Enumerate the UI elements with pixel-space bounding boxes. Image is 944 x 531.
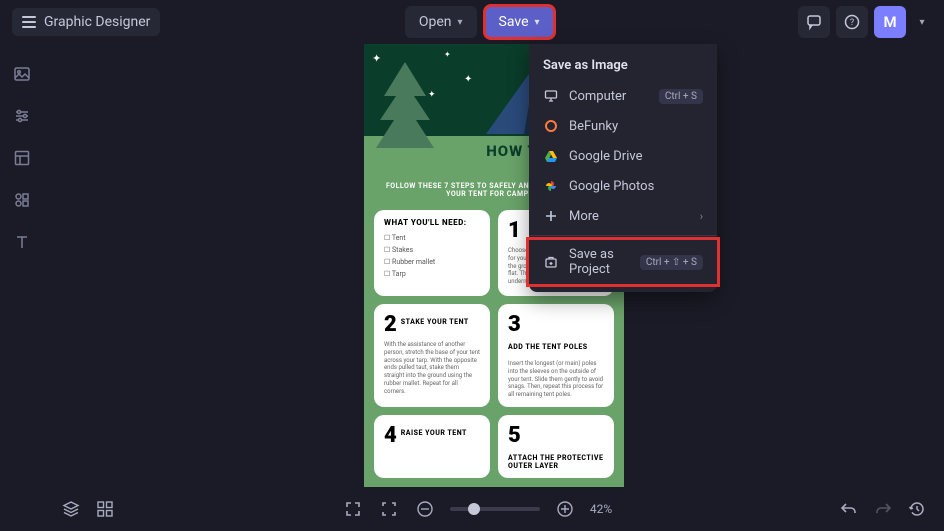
actual-icon [380, 500, 398, 518]
adjustments-button[interactable] [10, 104, 34, 128]
shapes-icon [13, 191, 31, 209]
zoom-slider[interactable] [450, 507, 540, 511]
image-manager-button[interactable] [10, 62, 34, 86]
zoom-out-button[interactable] [414, 498, 436, 520]
step-card: 2STAKE YOUR TENT With the assistance of … [374, 304, 490, 407]
befunky-icon [543, 118, 559, 134]
minus-circle-icon [416, 500, 434, 518]
shortcut-badge: Ctrl + ⇧ + S [640, 255, 703, 270]
save-gphotos-item[interactable]: Google Photos [529, 171, 717, 201]
gdrive-icon [543, 148, 559, 164]
help-button[interactable]: ? [836, 6, 868, 38]
app-menu-button[interactable]: Graphic Designer [12, 8, 160, 36]
account-menu-button[interactable]: ▾ [912, 6, 932, 38]
help-icon: ? [844, 14, 860, 30]
shortcut-badge: Ctrl + S [659, 89, 703, 104]
grid-icon [96, 500, 114, 518]
redo-button[interactable] [872, 498, 894, 520]
templates-button[interactable] [10, 146, 34, 170]
text-icon [13, 233, 31, 251]
step-card: 5ATTACH THE PROTECTIVE OUTER LAYER [498, 415, 614, 478]
dropdown-header: Save as Image [529, 52, 717, 81]
step-card: 3ADD THE TENT POLES Insert the longest (… [498, 304, 614, 407]
divider [529, 235, 717, 236]
fit-screen-button[interactable] [342, 498, 364, 520]
elements-button[interactable] [10, 188, 34, 212]
history-icon [908, 500, 926, 518]
layout-icon [13, 149, 31, 167]
svg-text:?: ? [850, 18, 854, 28]
save-computer-item[interactable]: Computer Ctrl + S [529, 81, 717, 111]
layers-button[interactable] [60, 498, 82, 520]
plus-circle-icon [556, 500, 574, 518]
chevron-down-icon: ▾ [458, 17, 463, 28]
chevron-right-icon: › [700, 210, 703, 223]
needs-card: WHAT YOU'LL NEED: Tent Stakes Rubber mal… [374, 210, 490, 296]
gphotos-icon [543, 178, 559, 194]
save-project-item[interactable]: Save as Project Ctrl + ⇧ + S [529, 240, 717, 284]
save-dropdown: Save as Image Computer Ctrl + S BeFunky … [529, 44, 717, 292]
save-befunky-item[interactable]: BeFunky [529, 111, 717, 141]
needs-list: Tent Stakes Rubber mallet Tarp [384, 233, 480, 281]
zoom-in-button[interactable] [554, 498, 576, 520]
sliders-icon [13, 107, 31, 125]
save-gdrive-item[interactable]: Google Drive [529, 141, 717, 171]
undo-button[interactable] [838, 498, 860, 520]
computer-icon [543, 88, 559, 104]
feedback-button[interactable] [798, 6, 830, 38]
redo-icon [874, 500, 892, 518]
speech-bubble-icon [806, 14, 822, 30]
history-button[interactable] [906, 498, 928, 520]
tree-icon [376, 62, 434, 148]
layers-icon [62, 500, 80, 518]
text-button[interactable] [10, 230, 34, 254]
chevron-down-icon: ▾ [535, 17, 540, 28]
actual-size-button[interactable] [378, 498, 400, 520]
pages-button[interactable] [94, 498, 116, 520]
hamburger-icon [22, 16, 36, 28]
plus-icon [543, 208, 559, 224]
fit-icon [344, 500, 362, 518]
chevron-down-icon: ▾ [919, 17, 924, 28]
step-card: 4RAISE YOUR TENT [374, 415, 490, 478]
save-more-item[interactable]: More › [529, 201, 717, 231]
save-button[interactable]: Save ▾ [485, 6, 554, 38]
project-icon [543, 254, 559, 270]
image-icon [13, 65, 31, 83]
app-name: Graphic Designer [44, 14, 150, 30]
open-button[interactable]: Open ▾ [405, 6, 477, 38]
avatar[interactable]: M [874, 6, 906, 38]
zoom-value: 42% [590, 502, 612, 516]
undo-icon [840, 500, 858, 518]
slider-thumb[interactable] [468, 503, 480, 515]
